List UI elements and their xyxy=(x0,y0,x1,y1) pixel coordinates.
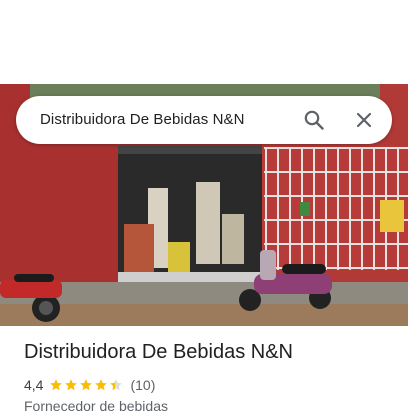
star-icon xyxy=(50,379,63,391)
star-icon xyxy=(95,379,108,391)
star-icon xyxy=(80,379,93,391)
map-top-area xyxy=(0,0,408,84)
search-bar[interactable]: Distribuidora De Bebidas N&N xyxy=(16,96,392,144)
place-title: Distribuidora De Bebidas N&N xyxy=(24,341,294,363)
close-icon[interactable] xyxy=(352,108,376,132)
search-query-text[interactable]: Distribuidora De Bebidas N&N xyxy=(40,111,245,128)
star-rating xyxy=(49,378,124,392)
rating-row[interactable]: 4,4 (10) xyxy=(24,376,155,394)
search-icon[interactable] xyxy=(302,108,326,132)
star-icon xyxy=(65,379,78,391)
review-count[interactable]: (10) xyxy=(130,377,155,393)
rating-value: 4,4 xyxy=(24,377,44,393)
place-category: Fornecedor de bebidas xyxy=(24,398,168,414)
star-icon xyxy=(110,379,123,391)
